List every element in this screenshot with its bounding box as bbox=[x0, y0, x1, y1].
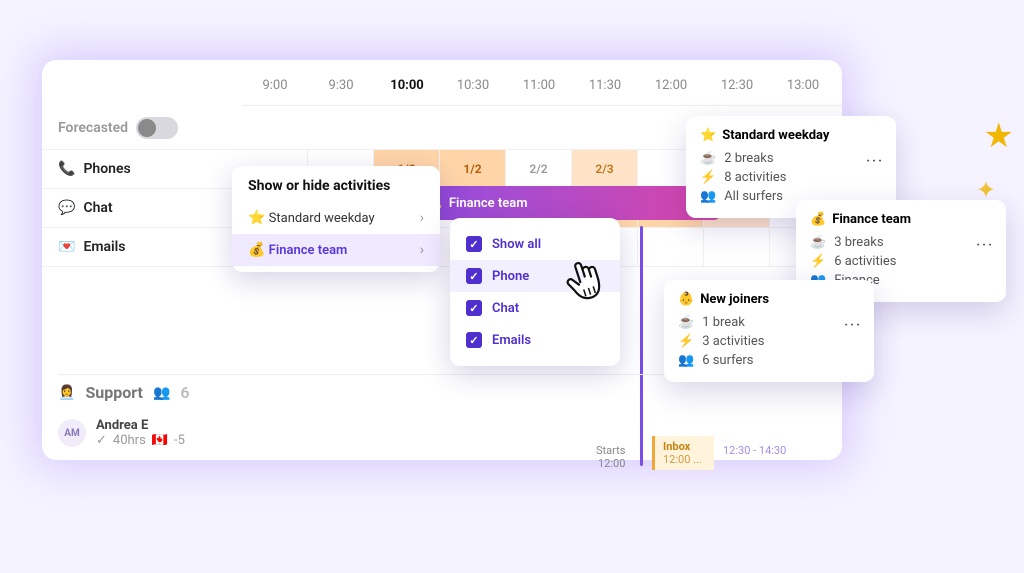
more-icon[interactable]: ··· bbox=[976, 238, 994, 253]
activity-label: Chat bbox=[83, 200, 112, 216]
time-slot: 11:00 bbox=[506, 78, 572, 93]
people-icon: 👥 bbox=[153, 385, 170, 401]
info-line: 👥 6 surfers bbox=[678, 351, 824, 370]
checkbox-icon[interactable]: ✓ bbox=[466, 300, 482, 316]
agent-tz: -5 bbox=[174, 433, 185, 448]
activity-icon: 💬 bbox=[58, 200, 75, 216]
dropdown-item-label: Standard weekday bbox=[269, 211, 375, 226]
forecast-label: Forecasted bbox=[58, 120, 128, 136]
dropdown-item-icon: ⭐ bbox=[248, 210, 265, 226]
time-slot: 11:30 bbox=[572, 78, 638, 93]
more-icon[interactable]: ··· bbox=[844, 318, 862, 333]
activity-label: Phones bbox=[83, 161, 130, 177]
dropdown-item-icon: 💰 bbox=[248, 242, 265, 258]
activity-icon: 💌 bbox=[58, 239, 75, 255]
grid-cell[interactable] bbox=[638, 228, 704, 266]
submenu-item[interactable]: ✓ Phone bbox=[450, 260, 620, 292]
grid-cell[interactable] bbox=[704, 228, 770, 266]
dropdown-title: Show or hide activities bbox=[232, 178, 440, 202]
grid-cell[interactable]: 1/2 bbox=[440, 150, 506, 188]
chevron-right-icon: › bbox=[420, 242, 424, 258]
info-line-text: 3 breaks bbox=[834, 235, 883, 250]
info-line-icon: ⚡ bbox=[700, 170, 716, 185]
info-line: ☕ 1 break bbox=[678, 313, 824, 332]
checkbox-icon[interactable]: ✓ bbox=[466, 332, 482, 348]
info-line: ⚡ 3 activities bbox=[678, 332, 824, 351]
info-line-text: 6 activities bbox=[834, 254, 896, 269]
money-icon: 💰 bbox=[810, 212, 826, 227]
chevron-right-icon: › bbox=[420, 210, 424, 226]
info-title-text: New joiners bbox=[700, 292, 769, 307]
info-line-icon: ☕ bbox=[810, 235, 826, 250]
info-title-text: Standard weekday bbox=[722, 128, 829, 143]
submenu-label: Emails bbox=[492, 333, 531, 348]
sparkle-icon: ★ bbox=[984, 116, 1014, 156]
info-line-text: 6 surfers bbox=[702, 353, 753, 368]
info-line-icon: ☕ bbox=[678, 315, 694, 330]
info-line: ☕ 3 breaks bbox=[810, 233, 956, 252]
info-line-text: 1 break bbox=[702, 315, 745, 330]
info-line-icon: 👥 bbox=[678, 353, 694, 368]
star-icon: ⭐ bbox=[700, 128, 716, 143]
info-line-text: 2 breaks bbox=[724, 151, 773, 166]
inbox-tag[interactable]: Inbox 12:00 ... bbox=[652, 436, 714, 470]
activity-icon: 📞 bbox=[58, 161, 75, 177]
activity-submenu: ✓ Show all ✓ Phone ✓ Chat ✓ Emails bbox=[450, 218, 620, 366]
time-slot: 9:30 bbox=[308, 78, 374, 93]
dropdown-item[interactable]: ⭐ Standard weekday › bbox=[232, 202, 440, 234]
submenu-item[interactable]: ✓ Show all bbox=[450, 228, 620, 260]
forecast-toggle[interactable]: ✕ bbox=[136, 117, 178, 139]
info-line: ⚡ 6 activities bbox=[810, 252, 956, 271]
dropdown-item[interactable]: 💰 Finance team › bbox=[232, 234, 440, 266]
info-line-icon: ☕ bbox=[700, 151, 716, 166]
starts-tag: Starts 12:00 bbox=[596, 444, 625, 470]
agent-name: Andrea E bbox=[96, 418, 185, 433]
info-title-text: Finance team bbox=[832, 212, 911, 227]
dropdown-item-label: Finance team bbox=[269, 243, 348, 258]
info-line: ⚡ 8 activities bbox=[700, 168, 846, 187]
time-slot: 9:00 bbox=[242, 78, 308, 93]
info-card-joiners[interactable]: 👶 New joiners ☕ 1 break ⚡ 3 activities 👥 6 su… bbox=[664, 280, 874, 382]
info-line-icon: 👥 bbox=[700, 189, 716, 204]
activity-label: Emails bbox=[83, 239, 125, 255]
activity-row: 💌Emails2/32/32/22/2 bbox=[42, 228, 842, 267]
submenu-label: Phone bbox=[492, 269, 529, 284]
support-label: Support bbox=[85, 383, 143, 402]
checkbox-icon[interactable]: ✓ bbox=[466, 268, 482, 284]
info-line-icon: ⚡ bbox=[810, 254, 826, 269]
info-line-text: 8 activities bbox=[724, 170, 786, 185]
time-slot: 10:00 bbox=[374, 78, 440, 93]
time-slot: 10:30 bbox=[440, 78, 506, 93]
info-line: ☕ 2 breaks bbox=[700, 149, 846, 168]
info-line-icon: ⚡ bbox=[678, 334, 694, 349]
check-icon: ✓ bbox=[96, 433, 107, 448]
flag-icon: 🇨🇦 bbox=[152, 433, 168, 448]
checkbox-icon[interactable]: ✓ bbox=[466, 236, 482, 252]
submenu-item[interactable]: ✓ Chat bbox=[450, 292, 620, 324]
time-slot: 13:00 bbox=[770, 78, 836, 93]
submenu-item[interactable]: ✓ Emails bbox=[450, 324, 620, 356]
time-range-tag: 12:30 - 14:30 bbox=[723, 444, 786, 457]
support-count: 6 bbox=[180, 383, 189, 402]
agent-hours: 40hrs bbox=[113, 433, 146, 448]
more-icon[interactable]: ··· bbox=[866, 154, 884, 169]
schedule-pill-secondary: Finance team bbox=[449, 196, 528, 211]
time-slot: 12:30 bbox=[704, 78, 770, 93]
submenu-label: Show all bbox=[492, 237, 541, 252]
time-slot: 12:00 bbox=[638, 78, 704, 93]
grid-cell[interactable]: 2/2 bbox=[506, 150, 572, 188]
baby-icon: 👶 bbox=[678, 292, 694, 307]
avatar: AM bbox=[58, 419, 86, 447]
time-header: 9:009:3010:0010:3011:0011:3012:0012:3013… bbox=[242, 60, 842, 106]
info-line-text: All surfers bbox=[724, 189, 783, 204]
activity-dropdown: Show or hide activities ⭐ Standard weekd… bbox=[232, 166, 440, 272]
submenu-label: Chat bbox=[492, 301, 519, 316]
info-line-text: 3 activities bbox=[702, 334, 764, 349]
grid-cell[interactable]: 2/3 bbox=[572, 150, 638, 188]
support-emoji: 👩‍💼 bbox=[58, 385, 75, 401]
